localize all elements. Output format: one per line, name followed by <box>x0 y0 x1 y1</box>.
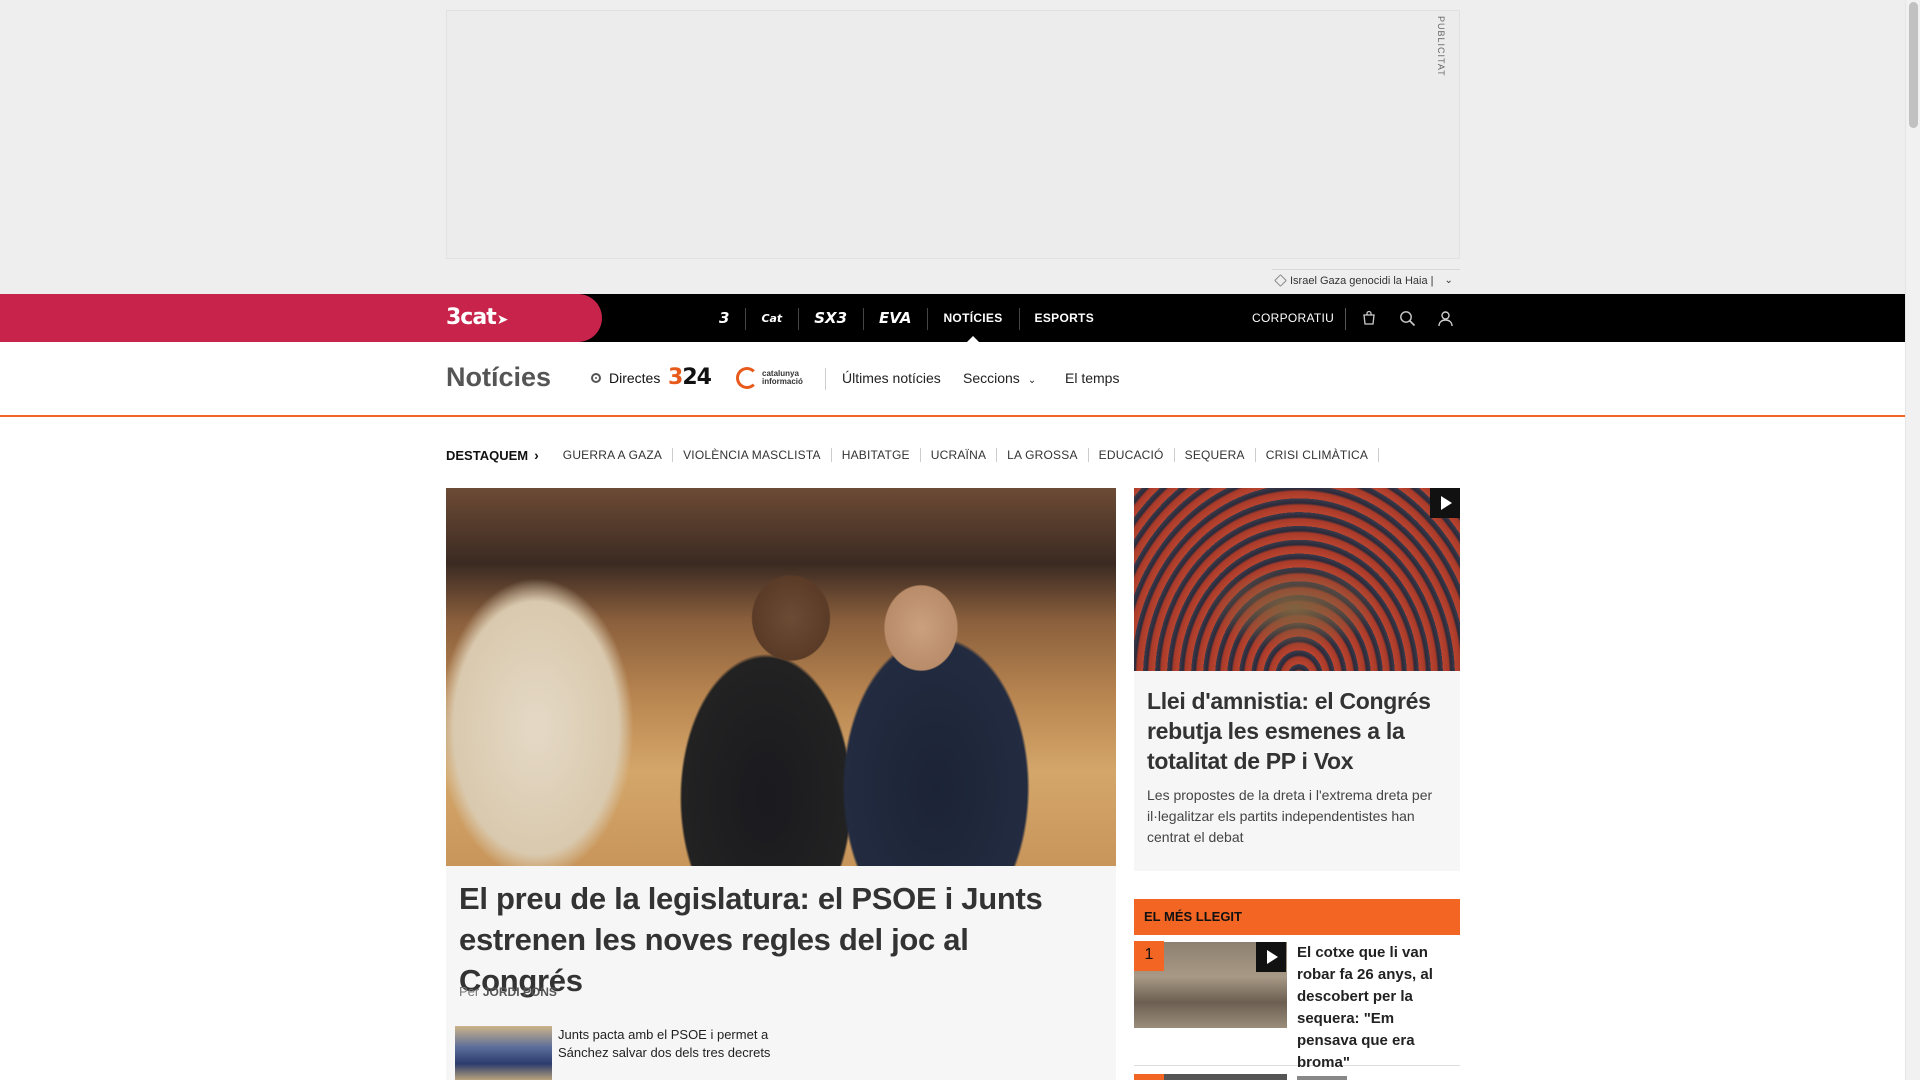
author-link[interactable]: JORDI PONS <box>483 985 557 999</box>
topic-link[interactable]: EDUCACIÓ <box>1089 448 1175 462</box>
seccions-label: Seccions <box>963 370 1020 386</box>
trending-bar[interactable]: Israel Gaza genocidi la Haia | ⌄ <box>1272 269 1460 291</box>
channel-sx3-logo[interactable]: SX3 <box>798 294 863 342</box>
ci-logo-line2: informació <box>762 377 803 386</box>
top-navigation: 3cat➤ 3 Cat SX3 EVA NOTÍCIES ESPORTS COR… <box>0 294 1905 342</box>
brand-arrow-icon: ➤ <box>496 312 509 328</box>
most-read-thumbnail-partial <box>1164 1074 1287 1080</box>
ultimes-noticies-link[interactable]: Últimes notícies <box>842 370 941 386</box>
play-icon[interactable] <box>1256 942 1286 972</box>
play-triangle <box>1267 950 1278 964</box>
topic-link[interactable]: SEQUERA <box>1175 448 1256 462</box>
section-header: Notícies Directes 324 catalunya informaci… <box>0 342 1905 417</box>
trending-text[interactable]: Israel Gaza genocidi la Haia | <box>1290 275 1434 287</box>
logo-catalunya-informacio[interactable]: catalunya informació <box>736 367 803 389</box>
ad-zone: PUBLICITAT Israel Gaza genocidi la Haia … <box>0 0 1905 294</box>
brand-band <box>0 294 602 342</box>
chevron-down-icon[interactable]: ⌄ <box>1445 275 1453 286</box>
channel-eva-logo[interactable]: EVA <box>863 294 927 342</box>
tag-icon <box>1274 274 1287 287</box>
directes-label: Directes <box>609 370 661 386</box>
ci-logo-text: catalunya informació <box>762 370 803 386</box>
byline: Per JORDI PONS <box>459 984 557 999</box>
topic-link[interactable]: CRISI CLIMÀTICA <box>1256 448 1380 462</box>
channel-noticies[interactable]: NOTÍCIES <box>927 294 1018 342</box>
channel-catradio-logo[interactable]: Cat <box>745 294 798 342</box>
logo-324-number: 24 <box>682 365 712 390</box>
search-icon[interactable] <box>1397 308 1417 328</box>
catradio-logo-icon: Cat <box>761 311 783 325</box>
shopping-bag-icon[interactable] <box>1359 308 1379 328</box>
logo-324[interactable]: 324 <box>668 365 712 390</box>
sx3-logo-icon: SX3 <box>814 309 848 327</box>
nav-divider <box>1345 308 1346 330</box>
main-article-title[interactable]: El preu de la legislatura: el PSOE i Jun… <box>459 878 1099 1001</box>
side-article-image[interactable] <box>1134 488 1460 671</box>
ad-label: PUBLICITAT <box>1436 16 1446 77</box>
user-icon[interactable] <box>1435 308 1455 328</box>
brand-logo-3cat[interactable]: 3cat➤ <box>446 305 509 330</box>
byline-prefix: Per <box>459 984 480 999</box>
eva-logo-icon: EVA <box>879 309 912 327</box>
topic-link[interactable]: UCRAÏNA <box>921 448 998 462</box>
scrollbar-thumb[interactable] <box>1909 2 1918 128</box>
brand-logo-text: 3cat <box>446 305 497 330</box>
most-read-title-partial <box>1297 1076 1347 1080</box>
topic-link[interactable]: LA GROSSA <box>997 448 1089 462</box>
channel-tv3-logo[interactable]: 3 <box>703 294 745 342</box>
chevron-down-icon: ⌄ <box>1027 375 1037 386</box>
tv3-logo-icon: 3 <box>719 309 730 327</box>
page-scrollbar[interactable] <box>1905 0 1920 1080</box>
topic-link[interactable]: HABITATGE <box>832 448 921 462</box>
destaquem-label[interactable]: DESTAQUEM <box>446 448 528 463</box>
related-article[interactable]: Junts pacta amb el PSOE i permet a Sánch… <box>455 1026 785 1080</box>
el-temps-link[interactable]: El temps <box>1065 370 1119 386</box>
ci-circle-icon <box>736 367 758 389</box>
most-read-rank: 1 <box>1134 941 1164 971</box>
channel-list: 3 Cat SX3 EVA NOTÍCIES ESPORTS <box>703 294 1110 342</box>
related-article-title[interactable]: Junts pacta amb el PSOE i permet a Sánch… <box>558 1026 773 1080</box>
seccions-dropdown[interactable]: Seccions ⌄ <box>963 370 1036 386</box>
most-read-header: EL MÉS LLEGIT <box>1134 899 1460 935</box>
destaquem-bar: DESTAQUEM › GUERRA A GAZA VIOLÈNCIA MASC… <box>446 445 1380 465</box>
side-article-title[interactable]: Llei d'amnistia: el Congrés rebutja les … <box>1147 686 1447 776</box>
topic-link[interactable]: VIOLÈNCIA MASCLISTA <box>673 448 832 462</box>
ad-banner[interactable] <box>446 10 1460 259</box>
topic-link[interactable]: GUERRA A GAZA <box>553 448 674 462</box>
most-read-item-partial[interactable] <box>1134 1074 1460 1080</box>
subnav-divider <box>825 368 826 390</box>
most-read-rank-partial <box>1134 1074 1164 1080</box>
most-read-title[interactable]: El cotxe que li van robar fa 26 anys, al… <box>1297 942 1452 1074</box>
logo-324-three: 3 <box>668 365 683 390</box>
live-broadcast-icon <box>591 373 601 383</box>
chevron-right-icon[interactable]: › <box>534 447 539 463</box>
page-title[interactable]: Notícies <box>446 362 551 393</box>
related-article-thumbnail[interactable] <box>455 1026 552 1080</box>
directes-link[interactable]: Directes <box>591 370 660 386</box>
play-icon[interactable] <box>1430 488 1460 518</box>
side-article-description: Les propostes de la dreta i l'extrema dr… <box>1147 787 1433 845</box>
channel-esports[interactable]: ESPORTS <box>1018 294 1110 342</box>
corporatiu-link[interactable]: CORPORATIU <box>1252 294 1334 342</box>
play-triangle <box>1441 496 1452 510</box>
main-article-image[interactable] <box>446 488 1116 866</box>
